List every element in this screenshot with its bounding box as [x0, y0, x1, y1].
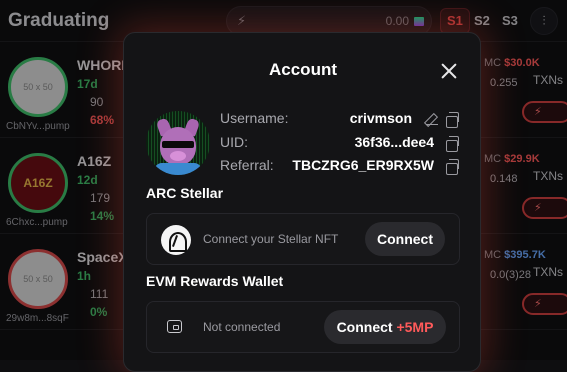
- uid-value: 36f36...dee4: [354, 134, 434, 150]
- account-modal: Account Username: crivmson UID: 36f36...…: [123, 32, 481, 372]
- referral-value: TBCZRG6_ER9RX5W: [292, 157, 434, 173]
- edit-icon[interactable]: [426, 113, 438, 125]
- username-value: crivmson: [349, 110, 412, 126]
- wallet-icon: [167, 320, 182, 333]
- avatar-snout: [170, 151, 186, 161]
- modal-title: Account: [269, 60, 337, 79]
- avatar-glasses: [162, 141, 194, 148]
- uid-label: UID:: [220, 134, 248, 150]
- avatar-shirt: [154, 163, 202, 175]
- evm-wallet-card: Not connected Connect +5MP: [146, 301, 460, 353]
- stellar-logo-icon: [161, 225, 191, 255]
- copy-username-icon[interactable]: [446, 112, 459, 128]
- arc-stellar-card: Connect your Stellar NFT Connect: [146, 213, 460, 265]
- arc-stellar-text: Connect your Stellar NFT: [203, 232, 339, 246]
- connect-evm-label: Connect: [336, 319, 393, 335]
- evm-bonus-label: +5MP: [396, 319, 434, 335]
- connect-evm-button[interactable]: Connect +5MP: [324, 310, 446, 344]
- username-label: Username:: [220, 110, 289, 126]
- profile-avatar: [146, 111, 210, 175]
- arc-stellar-title: ARC Stellar: [146, 185, 224, 201]
- evm-wallet-status: Not connected: [203, 320, 281, 334]
- evm-wallet-title: EVM Rewards Wallet: [146, 273, 284, 289]
- copy-uid-icon[interactable]: [446, 136, 459, 152]
- close-icon[interactable]: [438, 60, 460, 82]
- copy-referral-icon[interactable]: [446, 159, 459, 175]
- referral-label: Referral:: [220, 157, 274, 173]
- connect-stellar-button[interactable]: Connect: [365, 222, 445, 256]
